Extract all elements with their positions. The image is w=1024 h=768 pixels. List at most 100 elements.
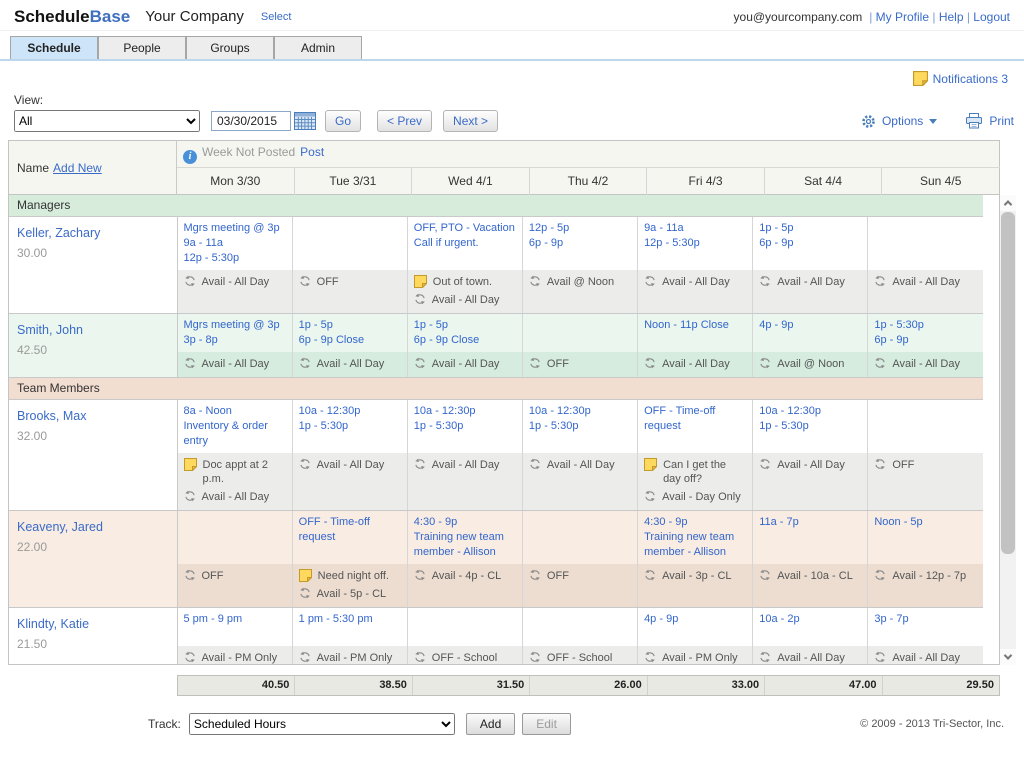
schedule-cell[interactable]: 3p - 7p — [867, 607, 983, 646]
view-select[interactable]: All — [14, 110, 200, 132]
schedule-cell[interactable] — [867, 399, 983, 453]
availability-cell[interactable]: Avail - All Day — [867, 645, 983, 664]
availability-cell[interactable]: Avail - 12p - 7p — [867, 564, 983, 608]
post-link[interactable]: Post — [300, 145, 324, 159]
availability-cell[interactable]: Avail - All Day — [407, 352, 523, 378]
availability-cell[interactable]: Avail - All Day — [522, 453, 639, 511]
schedule-cell[interactable]: OFF - Time-off request — [292, 510, 408, 564]
schedule-cell[interactable]: 12p - 5p 6p - 9p — [522, 216, 639, 270]
schedule-cell[interactable]: 11a - 7p — [752, 510, 869, 564]
schedule-cell[interactable] — [522, 313, 639, 352]
select-company-link[interactable]: Select — [261, 11, 292, 23]
tab-admin[interactable]: Admin — [274, 36, 362, 59]
add-button[interactable]: Add — [465, 713, 516, 735]
availability-cell[interactable]: Avail - All Day — [177, 270, 293, 314]
schedule-cell[interactable] — [867, 216, 983, 270]
availability-cell[interactable]: Avail - All Day — [867, 352, 983, 378]
track-select[interactable]: Scheduled Hours — [188, 713, 455, 735]
schedule-cell[interactable]: Noon - 11p Close — [637, 313, 754, 352]
person-name-link[interactable]: Klindty, Katie — [17, 617, 169, 631]
availability-cell[interactable]: Avail - All Day — [292, 453, 408, 511]
person-name-link[interactable]: Brooks, Max — [17, 409, 169, 423]
notifications-link[interactable]: Notifications 3 — [933, 72, 1008, 86]
availability-cell[interactable]: OFF — [522, 352, 639, 378]
availability-cell[interactable]: Avail - 10a - CL — [752, 564, 869, 608]
availability-cell[interactable]: Out of town. Avail - All Day — [407, 270, 523, 314]
scrollbar[interactable] — [1000, 195, 1016, 665]
options-button[interactable]: Options — [861, 114, 938, 129]
schedule-cell[interactable]: 4p - 9p — [752, 313, 869, 352]
edit-button[interactable]: Edit — [522, 713, 571, 735]
scroll-up-button[interactable] — [1000, 195, 1016, 211]
nav-link-my-profile[interactable]: My Profile — [876, 10, 929, 24]
availability-cell[interactable]: Avail - All Day — [637, 352, 754, 378]
availability-cell[interactable]: Avail - All Day — [752, 453, 869, 511]
schedule-cell[interactable]: 10a - 12:30p 1p - 5:30p — [407, 399, 523, 453]
availability-cell[interactable]: Avail @ Noon — [752, 352, 869, 378]
tab-schedule[interactable]: Schedule — [10, 36, 98, 59]
schedule-cell[interactable]: 1p - 5p 6p - 9p Close — [292, 313, 408, 352]
schedule-cell[interactable]: 10a - 2p — [752, 607, 869, 646]
availability-cell[interactable]: Avail - All Day — [292, 352, 408, 378]
schedule-cell[interactable]: 1p - 5:30p 6p - 9p — [867, 313, 983, 352]
schedule-cell[interactable]: 10a - 12:30p 1p - 5:30p — [292, 399, 408, 453]
schedule-cell[interactable]: 4:30 - 9p Training new team member - Alli… — [407, 510, 523, 564]
availability-cell[interactable]: OFF — [292, 270, 408, 314]
schedule-cell[interactable] — [292, 216, 408, 270]
schedule-cell[interactable]: 1p - 5p 6p - 9p — [752, 216, 869, 270]
next-week-button[interactable]: Next > — [443, 110, 499, 132]
schedule-cell[interactable]: 10a - 12:30p 1p - 5:30p — [752, 399, 869, 453]
availability-cell[interactable]: Avail - 4p - CL — [407, 564, 523, 608]
schedule-cell[interactable] — [522, 607, 639, 646]
availability-cell[interactable]: Avail - 3p - CL — [637, 564, 754, 608]
availability-cell[interactable]: Avail - All Day — [177, 352, 293, 378]
schedule-cell[interactable]: 4p - 9p — [637, 607, 754, 646]
availability-cell[interactable]: Avail @ Noon — [522, 270, 639, 314]
add-new-link[interactable]: Add New — [53, 161, 102, 175]
availability-cell[interactable]: Avail - All Day — [752, 645, 869, 664]
schedule-cell[interactable]: 8a - Noon Inventory & order entry — [177, 399, 293, 453]
availability-cell[interactable]: Avail - PM Only — [177, 645, 293, 664]
availability-cell[interactable]: Avail - All Day — [637, 270, 754, 314]
schedule-cell[interactable] — [177, 510, 293, 564]
calendar-button[interactable] — [294, 112, 316, 130]
tab-people[interactable]: People — [98, 36, 186, 59]
tab-groups[interactable]: Groups — [186, 36, 274, 59]
person-name-link[interactable]: Smith, John — [17, 323, 169, 337]
scroll-down-button[interactable] — [1000, 649, 1016, 665]
schedule-cell[interactable]: 4:30 - 9p Training new team member - Alli… — [637, 510, 754, 564]
availability-cell[interactable]: Avail - PM Only — [292, 645, 408, 664]
schedule-cell[interactable]: 5 pm - 9 pm — [177, 607, 293, 646]
schedule-cell[interactable]: OFF, PTO - Vacation Call if urgent. — [407, 216, 523, 270]
person-name-link[interactable]: Keaveny, Jared — [17, 520, 169, 534]
schedule-cell[interactable]: OFF - Time-off request — [637, 399, 754, 453]
nav-link-help[interactable]: Help — [939, 10, 964, 24]
schedule-cell[interactable]: 1 pm - 5:30 pm — [292, 607, 408, 646]
availability-cell[interactable]: OFF - School — [407, 645, 523, 664]
schedule-cell[interactable]: 9a - 11a 12p - 5:30p — [637, 216, 754, 270]
availability-cell[interactable]: Avail - All Day — [867, 270, 983, 314]
availability-cell[interactable]: Avail - All Day — [752, 270, 869, 314]
schedule-cell[interactable]: Mgrs meeting @ 3p 9a - 11a 12p - 5:30p — [177, 216, 293, 270]
schedule-cell[interactable]: 10a - 12:30p 1p - 5:30p — [522, 399, 639, 453]
schedule-cell[interactable]: Noon - 5p — [867, 510, 983, 564]
availability-cell[interactable]: Can I get the day off? Avail - Day Only — [637, 453, 754, 511]
availability-cell[interactable]: OFF — [177, 564, 293, 608]
schedule-cell[interactable]: Mgrs meeting @ 3p 3p - 8p — [177, 313, 293, 352]
schedule-cell[interactable] — [407, 607, 523, 646]
date-input[interactable] — [211, 111, 291, 131]
availability-cell[interactable]: Doc appt at 2 p.m. Avail - All Day — [177, 453, 293, 511]
scroll-thumb[interactable] — [1001, 212, 1015, 554]
availability-cell[interactable]: Avail - All Day — [407, 453, 523, 511]
schedule-cell[interactable]: 1p - 5p 6p - 9p Close — [407, 313, 523, 352]
availability-cell[interactable]: OFF — [867, 453, 983, 511]
schedule-cell[interactable] — [522, 510, 639, 564]
availability-cell[interactable]: Need night off. Avail - 5p - CL — [292, 564, 408, 608]
go-button[interactable]: Go — [325, 110, 362, 132]
availability-cell[interactable]: OFF — [522, 564, 639, 608]
availability-cell[interactable]: Avail - PM Only — [637, 645, 754, 664]
person-name-link[interactable]: Keller, Zachary — [17, 226, 169, 240]
availability-cell[interactable]: OFF - School — [522, 645, 639, 664]
nav-link-logout[interactable]: Logout — [973, 10, 1010, 24]
prev-week-button[interactable]: < Prev — [377, 110, 433, 132]
